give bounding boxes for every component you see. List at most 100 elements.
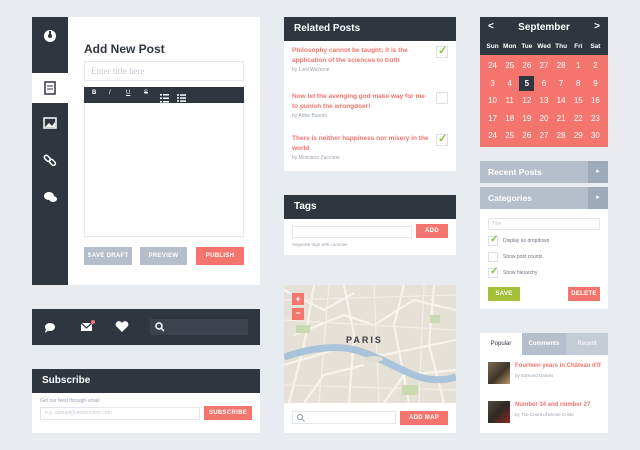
delete-button[interactable]: DELETE xyxy=(568,287,600,301)
expand-icon[interactable]: ▸ xyxy=(588,161,608,183)
post-body-textarea[interactable] xyxy=(84,103,244,237)
media-icon[interactable] xyxy=(32,113,68,133)
popular-item-title[interactable]: Fourteen years in Château d'If xyxy=(515,363,601,369)
list-item[interactable]: Fourteen years in Château d'If by Edmond… xyxy=(488,362,604,386)
related-checkbox[interactable]: ✓ xyxy=(436,133,448,146)
calendar-day[interactable]: 3 xyxy=(485,76,500,92)
add-tag-button[interactable]: ADD xyxy=(416,224,448,238)
save-button[interactable]: SAVE xyxy=(488,287,520,301)
next-month-icon[interactable]: > xyxy=(594,21,600,32)
calendar-day[interactable]: 12 xyxy=(519,93,534,109)
dashboard-icon[interactable] xyxy=(32,26,68,46)
calendar-day[interactable]: 19 xyxy=(519,111,534,127)
bold-button[interactable]: B xyxy=(92,90,96,96)
calendar-day[interactable]: 30 xyxy=(588,128,603,144)
calendar-day[interactable]: 2 xyxy=(588,58,603,74)
add-map-button[interactable]: ADD MAP xyxy=(400,411,448,425)
calendar-day[interactable]: 15 xyxy=(571,93,586,109)
map-view[interactable]: PARIS + − xyxy=(284,285,456,403)
calendar-day[interactable]: 13 xyxy=(536,93,551,109)
editor-title: Add New Post xyxy=(84,42,165,56)
tab-recent[interactable]: Recent xyxy=(566,333,608,355)
preview-button[interactable]: PREVIEW xyxy=(140,247,187,265)
calendar-day[interactable]: 27 xyxy=(536,58,551,74)
calendar-day[interactable]: 26 xyxy=(519,128,534,144)
comments-icon[interactable] xyxy=(32,187,68,207)
calendar-day[interactable]: 25 xyxy=(502,128,517,144)
recent-posts-title: Recent Posts xyxy=(488,167,542,177)
bullet-list-icon[interactable] xyxy=(177,90,187,102)
calendar-day[interactable]: 25 xyxy=(502,58,517,74)
related-item-title[interactable]: Philosophy cannot be taught; it is the a… xyxy=(292,46,432,65)
notification-bar xyxy=(32,309,260,345)
calendar-day[interactable]: 8 xyxy=(571,76,586,92)
calendar-day[interactable]: 16 xyxy=(588,93,603,109)
calendar-day[interactable]: 14 xyxy=(554,93,569,109)
calendar-day[interactable]: 4 xyxy=(502,76,517,92)
weekday-label: Wed xyxy=(537,43,551,50)
related-checkbox[interactable] xyxy=(436,92,448,104)
mail-icon[interactable] xyxy=(76,319,98,335)
post-title-input[interactable]: Enter title here xyxy=(84,61,244,81)
search-field[interactable] xyxy=(150,319,248,335)
calendar-day-today[interactable]: 5 xyxy=(519,75,535,92)
category-title-input[interactable]: Title xyxy=(488,218,600,230)
tab-comments[interactable]: Comments xyxy=(522,333,566,355)
tags-input[interactable] xyxy=(292,226,412,238)
calendar-day[interactable]: 26 xyxy=(519,58,534,74)
calendar-day[interactable]: 24 xyxy=(485,58,500,74)
related-item-title[interactable]: Now let the avenging god make way for me… xyxy=(292,92,432,111)
categories-bar[interactable]: Categories ▸ xyxy=(480,187,608,209)
subscribe-button[interactable]: SUBSCRIBE xyxy=(204,406,252,420)
tab-popular[interactable]: Popular xyxy=(480,333,522,355)
calendar-day[interactable]: 24 xyxy=(485,128,500,144)
editor-toolbar: B I U S xyxy=(84,87,244,103)
option-checkbox[interactable]: ✓ xyxy=(488,234,499,246)
collapse-icon[interactable]: ▸ xyxy=(588,187,608,209)
calendar-day[interactable]: 21 xyxy=(554,111,569,127)
option-checkbox[interactable] xyxy=(488,252,498,262)
calendar-day[interactable]: 6 xyxy=(536,76,551,92)
calendar-day[interactable]: 10 xyxy=(485,93,500,109)
calendar-day[interactable]: 17 xyxy=(485,111,500,127)
calendar-day[interactable]: 22 xyxy=(571,111,586,127)
calendar-day[interactable]: 27 xyxy=(536,128,551,144)
popular-item-title[interactable]: Number 34 and number 27 xyxy=(515,402,590,408)
email-field[interactable]: e.g. abmad@ummxcrimo.com xyxy=(40,407,200,420)
related-item[interactable]: There is neither happiness nor misery in… xyxy=(292,134,432,161)
strike-button[interactable]: S xyxy=(144,90,148,96)
related-item-title[interactable]: There is neither happiness nor misery in… xyxy=(292,134,432,153)
calendar-day[interactable]: 28 xyxy=(554,58,569,74)
italic-button[interactable]: I xyxy=(109,90,111,96)
calendar-day[interactable]: 20 xyxy=(536,111,551,127)
ordered-list-icon[interactable] xyxy=(160,90,170,103)
calendar-day[interactable]: 11 xyxy=(502,93,517,109)
heart-icon[interactable] xyxy=(112,319,132,335)
posts-nav-active[interactable] xyxy=(32,73,68,103)
calendar-day[interactable]: 18 xyxy=(502,111,517,127)
recent-posts-bar[interactable]: Recent Posts ▸ xyxy=(480,161,608,183)
calendar-day[interactable]: 7 xyxy=(554,76,569,92)
chat-icon[interactable] xyxy=(40,319,60,335)
zoom-out-button[interactable]: − xyxy=(292,308,304,320)
save-draft-button[interactable]: SAVE DRAFT xyxy=(84,247,132,265)
check-icon: ✓ xyxy=(490,266,499,277)
publish-button[interactable]: PUBLISH xyxy=(196,247,244,265)
calendar-day[interactable]: 1 xyxy=(571,58,586,74)
related-item[interactable]: Now let the avenging god make way for me… xyxy=(292,92,432,119)
calendar-day[interactable]: 23 xyxy=(588,111,603,127)
list-item[interactable]: Number 34 and number 27 by The Count of … xyxy=(488,401,604,425)
related-item[interactable]: Philosophy cannot be taught; it is the a… xyxy=(292,46,432,73)
related-checkbox[interactable]: ✓ xyxy=(436,45,448,58)
underline-button[interactable]: U xyxy=(126,90,130,96)
link-icon[interactable] xyxy=(32,150,68,170)
calendar-day[interactable]: 29 xyxy=(571,128,586,144)
calendar-day[interactable]: 28 xyxy=(554,128,569,144)
option-checkbox[interactable]: ✓ xyxy=(488,266,499,278)
tags-header: Tags xyxy=(284,195,456,219)
zoom-in-button[interactable]: + xyxy=(292,293,304,305)
check-icon: ✓ xyxy=(490,234,499,245)
post-thumbnail xyxy=(488,362,510,384)
calendar-day[interactable]: 9 xyxy=(588,76,603,92)
map-search-input[interactable] xyxy=(292,411,396,424)
